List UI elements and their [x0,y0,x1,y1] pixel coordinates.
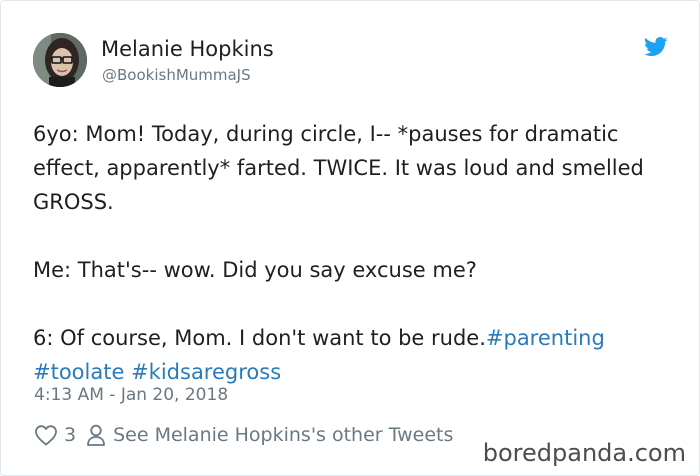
tweet-paragraph: 6yo: Mom! Today, during circle, I-- *pau… [33,122,644,214]
tweet-paragraph-text: 6: Of course, Mom. I don't want to be ru… [33,326,486,350]
tweet-timestamp[interactable]: 4:13 AM - Jan 20, 2018 [34,385,228,405]
avatar-image [33,33,87,87]
twitter-bird-icon[interactable] [644,37,668,57]
like-count: 3 [64,424,77,446]
hashtag-toolate[interactable]: #toolate [33,360,124,384]
author-name[interactable]: Melanie Hopkins [101,37,274,61]
avatar[interactable] [33,33,87,87]
person-icon [87,424,105,446]
heart-icon[interactable] [34,424,58,446]
tweet-card: Melanie Hopkins @BookishMummaJS 6yo: Mom… [0,0,700,476]
tweet-paragraph: Me: That's-- wow. Did you say excuse me? [33,258,477,282]
author-handle[interactable]: @BookishMummaJS [102,66,251,84]
other-tweets-link[interactable]: See Melanie Hopkins's other Tweets [113,424,453,446]
hashtag-parenting[interactable]: #parenting [486,326,605,350]
tweet-text: 6yo: Mom! Today, during circle, I-- *pau… [33,117,673,389]
watermark: boredpanda.com [482,439,686,467]
tweet-actions: 3 See Melanie Hopkins's other Tweets [34,422,453,448]
hashtag-kidsaregross[interactable]: #kidsaregross [131,360,281,384]
tweet-paragraph-with-hashtags: 6: Of course, Mom. I don't want to be ru… [33,321,673,389]
